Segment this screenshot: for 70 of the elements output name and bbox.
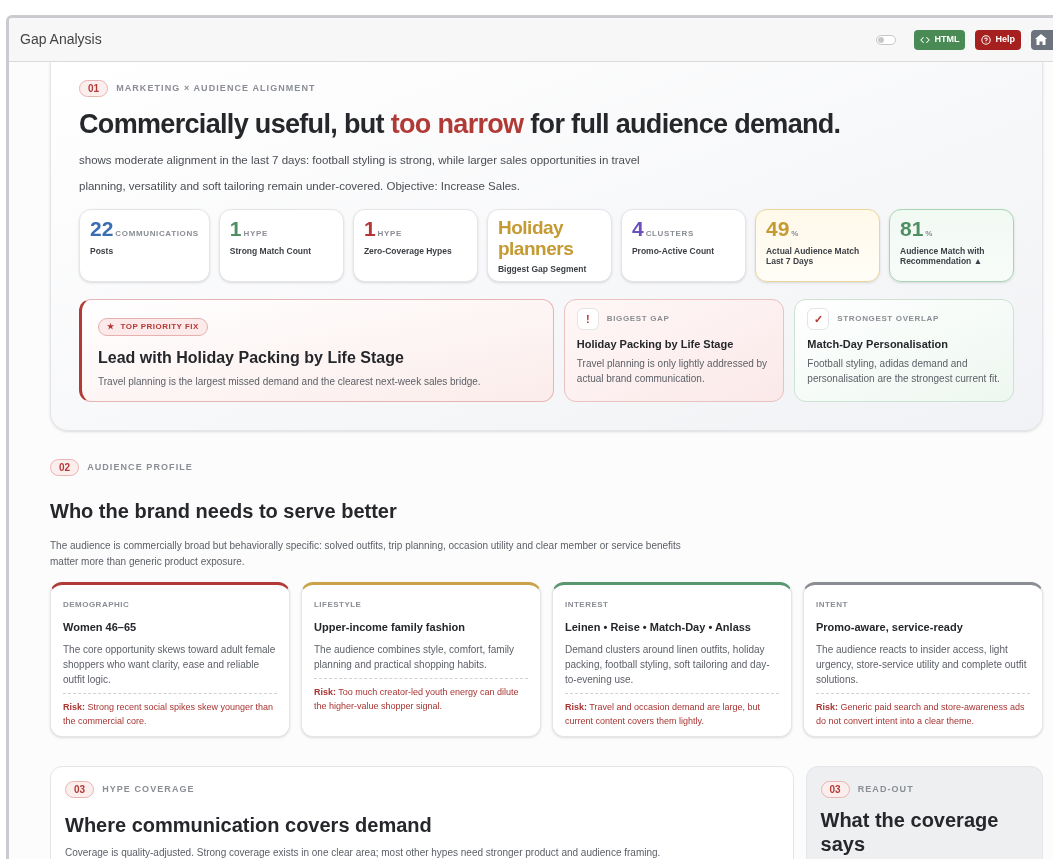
stat-label: Strong Match Count: [229, 246, 313, 256]
stat-unit: HYPE: [243, 228, 268, 240]
exclamation-icon: !: [576, 308, 599, 330]
section-number-badge: 03: [65, 781, 95, 798]
risk-text: Risk: Travel and occasion demand are large, but current content covers them lightly.: [565, 700, 762, 728]
card-text: The audience combines style, comfort, family planning and practical shopping habits.: [314, 642, 516, 672]
card-eyebrow: INTEREST: [565, 599, 610, 611]
stat-unit: %: [791, 228, 800, 240]
priority-text: Travel planning is the largest missed demand and the clearest next-week sales bridge.: [98, 375, 482, 389]
priority-title: Lead with Holiday Packing by Life Stage: [98, 348, 405, 368]
card-title: Women 46–65: [63, 620, 138, 635]
stat-value: 1: [363, 217, 376, 241]
html-button[interactable]: HTML: [914, 29, 966, 50]
toggle-switch[interactable]: [876, 34, 897, 45]
section-heading: Who the brand needs to serve better: [50, 499, 398, 524]
section-eyebrow: MARKETING × AUDIENCE ALIGNMENT: [116, 81, 316, 95]
card-title: Match-Day Personalisation: [807, 337, 949, 352]
section-heading: What the coverage says: [820, 808, 1000, 856]
card-eyebrow: STRONGEST OVERLAP: [837, 313, 939, 325]
check-icon: ✓: [807, 308, 830, 330]
stat-label: Audience Match with Recommendation ▲: [900, 246, 986, 266]
stat-value: 22: [90, 217, 114, 241]
stat-label: Zero-Coverage Hypes: [363, 246, 453, 256]
card-eyebrow: BIGGEST GAP: [606, 313, 670, 325]
home-button[interactable]: [1031, 29, 1053, 50]
section-eyebrow: READ-OUT: [857, 782, 914, 796]
card-text: The core opportunity skews toward adult female shoppers who want clarity, ease and reliable outfit logic.: [63, 642, 277, 687]
section-number-badge: 01: [79, 80, 109, 97]
card-text: Football styling, adidas demand and personalisation are the strongest current fit.: [807, 356, 1001, 386]
stat-label: Biggest Gap Segment: [497, 264, 588, 274]
stat-label: Promo-Active Count: [631, 246, 716, 256]
stat-value: 4: [631, 217, 644, 241]
section-eyebrow: HYPE COVERAGE: [102, 782, 195, 796]
help-icon: [981, 34, 992, 45]
card-title: Holiday Packing by Life Stage: [576, 337, 735, 352]
stat-label: Actual Audience Match Last 7 Days: [765, 246, 861, 266]
window-title: Gap Analysis: [20, 30, 102, 49]
section-text: Coverage is quality-adjusted. Strong coverage exists in one clear area; most other hypes need stronger product and audience framing.: [65, 846, 662, 859]
card-title: Leinen • Reise • Match-Day • Anlass: [565, 620, 752, 635]
stat-value: 1: [229, 217, 242, 241]
card-text: Travel planning is only lightly addressed by actual brand communication.: [576, 356, 769, 386]
code-icon: [920, 34, 931, 45]
risk-text: Risk: Generic paid search and store-awareness ads do not convert intent into a clear theme.: [816, 700, 1026, 728]
risk-text: Risk: Too much creator-led youth energy can dilute the higher-value shopper signal.: [314, 685, 520, 713]
card-eyebrow: INTENT: [816, 599, 849, 611]
stat-unit: HYPE: [377, 228, 402, 240]
section-number-badge: 02: [50, 459, 80, 476]
stat-unit: %: [925, 228, 934, 240]
card-title: Upper-income family fashion: [314, 620, 466, 635]
stat-label: Posts: [90, 246, 115, 256]
card-text: The audience reacts to insider access, light urgency, store-service utility and complete outfit solutions.: [816, 642, 1028, 687]
stat-value: 81: [900, 217, 924, 241]
home-icon: [1035, 34, 1047, 45]
stat-unit: CLUSTERS: [645, 228, 694, 240]
card-title: Promo-aware, service-ready: [816, 620, 964, 635]
summary-text: shows moderate alignment in the last 7 days: football styling is strong, while larger sales opportunities in travel planning, versatility and soft tailoring remain under-covered. Objective: Increase Sales.: [79, 153, 641, 194]
card-eyebrow: LIFESTYLE: [314, 599, 363, 611]
stat-value: 49: [765, 217, 790, 241]
section-eyebrow: AUDIENCE PROFILE: [87, 460, 193, 474]
section-number-badge: 03: [820, 781, 850, 798]
help-button[interactable]: Help: [975, 29, 1021, 50]
stat-value: Holiday planners: [497, 217, 575, 259]
headline: Commercially useful, but too narrow for full audience demand.: [79, 108, 842, 141]
risk-text: Risk: Strong recent social spikes skew younger than the commercial core.: [63, 700, 275, 728]
card-eyebrow: DEMOGRAPHIC: [63, 599, 131, 611]
section-text: The audience is commercially broad but behaviorally specific: solved outfits, trip planning, occasion utility and clear member or service benefits matter more than generic product exposure.: [50, 539, 682, 569]
section-heading: Where communication covers demand: [65, 813, 433, 838]
priority-badge: ★ TOP PRIORITY FIX: [98, 318, 208, 336]
stat-unit: COMMUNICATIONS: [115, 228, 199, 240]
card-text: Demand clusters around linen outfits, holiday packing, football styling, soft tailoring and day-to-evening use.: [565, 642, 771, 687]
